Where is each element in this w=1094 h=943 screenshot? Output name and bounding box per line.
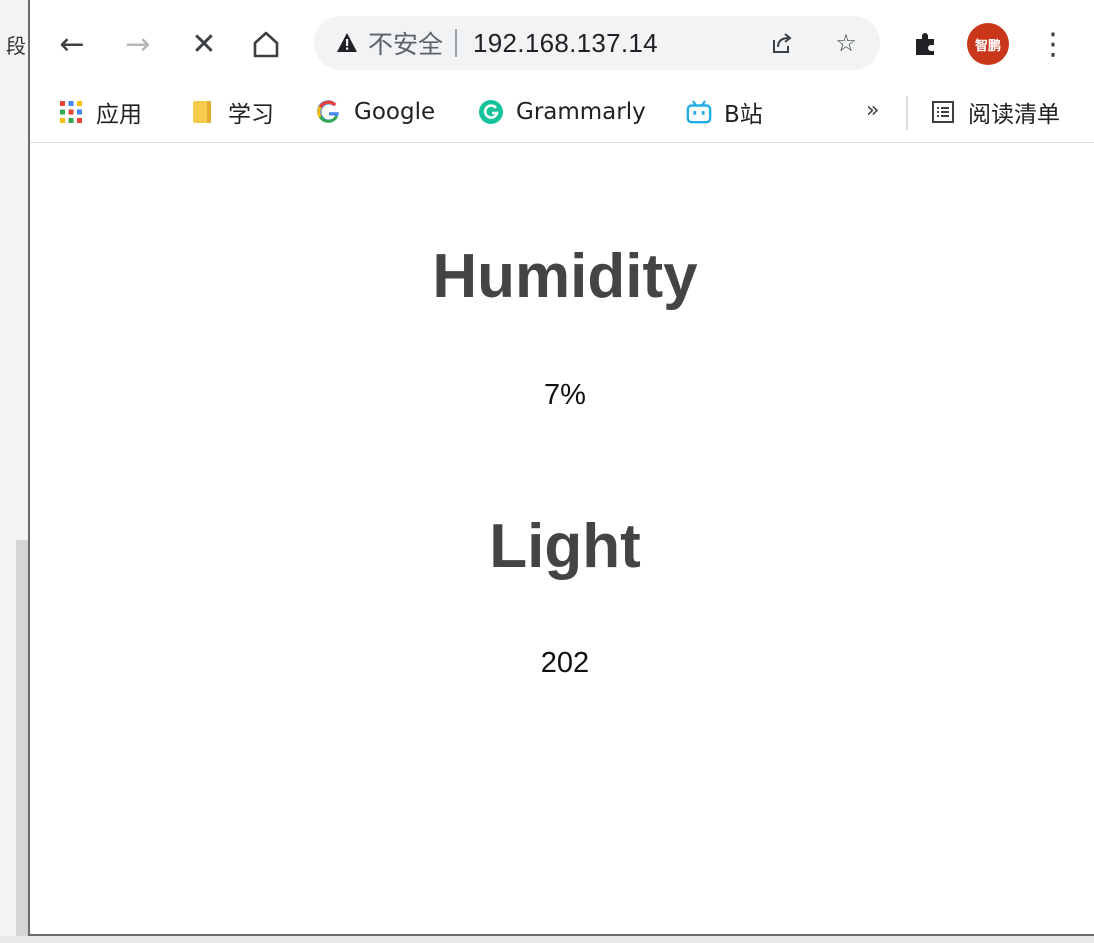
browser-menu-button[interactable]: ⋮ xyxy=(1038,22,1068,66)
address-divider xyxy=(455,29,458,57)
back-button[interactable]: ← xyxy=(50,22,94,66)
reading-list-icon xyxy=(930,99,956,125)
close-icon: ✕ xyxy=(191,26,217,62)
profile-avatar[interactable]: 智鹏 xyxy=(967,23,1009,65)
bookmark-bilibili[interactable]: B站 xyxy=(686,92,763,132)
extensions-button[interactable] xyxy=(908,26,944,62)
background-scrollbar xyxy=(16,540,28,943)
warning-icon[interactable] xyxy=(336,32,358,54)
arrow-right-icon: → xyxy=(125,26,151,62)
forward-button[interactable]: → xyxy=(116,22,160,66)
bookmark-star-button[interactable]: ☆ xyxy=(831,28,861,58)
star-icon: ☆ xyxy=(835,29,857,57)
bookmark-label: Google xyxy=(354,99,436,125)
grammarly-icon xyxy=(478,99,504,125)
bookmark-apps[interactable]: 应用 xyxy=(58,92,142,132)
address-bar[interactable]: 不安全 192.168.137.14 ☆ xyxy=(314,16,880,70)
background-window-strip: 段 xyxy=(0,0,28,943)
background-window-text: 段 xyxy=(6,34,26,58)
bookmarks-bar: 应用 学习 Google Grammarly B站 » 阅读清单 xyxy=(30,86,1094,143)
more-vertical-icon: ⋮ xyxy=(1038,26,1068,62)
share-button[interactable] xyxy=(766,28,796,58)
browser-window: ← → ✕ 不安全 192.168.137.14 ☆ 智鹏 ⋮ 应用 学习 Go… xyxy=(28,0,1094,936)
reading-list-label: 阅读清单 xyxy=(968,102,1060,128)
light-heading: Light xyxy=(489,512,641,581)
page-content: Humidity 7% Light 202 xyxy=(30,143,1094,934)
arrow-left-icon: ← xyxy=(59,26,85,62)
puzzle-icon xyxy=(916,33,934,55)
share-icon xyxy=(773,33,792,53)
reading-list-button[interactable]: 阅读清单 xyxy=(930,92,1060,132)
security-status[interactable]: 不安全 xyxy=(368,25,443,61)
bookmark-label: B站 xyxy=(724,102,763,128)
humidity-heading: Humidity xyxy=(432,242,698,311)
bookmark-grammarly[interactable]: Grammarly xyxy=(478,92,646,132)
taskbar-edge xyxy=(0,936,1094,943)
url-text[interactable]: 192.168.137.14 xyxy=(473,28,658,59)
bookmarks-divider xyxy=(906,96,908,130)
bookmark-label: 应用 xyxy=(96,102,142,128)
bilibili-icon xyxy=(686,99,712,125)
home-button[interactable] xyxy=(244,22,288,66)
google-icon xyxy=(316,99,342,125)
avatar-text: 智鹏 xyxy=(974,38,1001,54)
light-value: 202 xyxy=(540,647,590,679)
bookmark-label: 学习 xyxy=(228,102,274,128)
bookmark-folder-study[interactable]: 学习 xyxy=(190,92,274,132)
stop-loading-button[interactable]: ✕ xyxy=(182,22,226,66)
humidity-value: 7% xyxy=(544,379,586,411)
apps-grid-icon xyxy=(58,99,84,125)
more-bookmarks-button[interactable]: » xyxy=(866,98,879,123)
bookmark-google[interactable]: Google xyxy=(316,92,435,132)
bookmark-label: Grammarly xyxy=(516,99,646,125)
home-icon xyxy=(253,31,279,58)
browser-toolbar: ← → ✕ 不安全 192.168.137.14 ☆ 智鹏 ⋮ xyxy=(30,0,1094,86)
folder-icon xyxy=(190,99,216,125)
